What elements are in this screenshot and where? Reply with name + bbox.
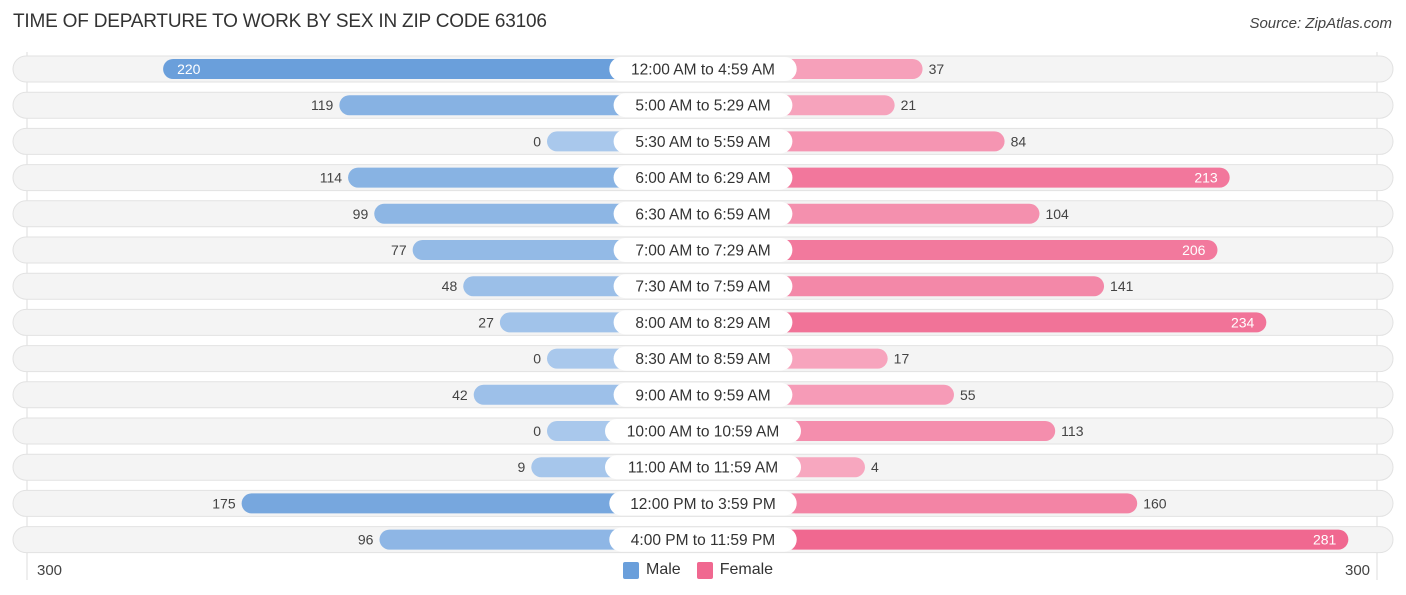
male-value-label: 175 <box>212 495 236 511</box>
category-label: 5:00 AM to 5:29 AM <box>635 98 770 115</box>
bar-row: 175 160 12:00 PM to 3:59 PM <box>12 489 1394 517</box>
category-label: 11:00 AM to 11:59 AM <box>628 460 778 477</box>
female-value-label: 160 <box>1143 495 1167 511</box>
axis-label-left: 300 <box>37 562 63 579</box>
female-value-label: 104 <box>1045 206 1069 222</box>
category-label: 4:00 PM to 11:59 PM <box>631 532 775 549</box>
male-value-label: 0 <box>533 351 541 367</box>
legend-item-female: Female <box>696 561 774 579</box>
legend-swatch-male <box>623 561 639 579</box>
bar-row: 27 234 8:00 AM to 8:29 AM <box>12 308 1394 336</box>
male-value-label: 96 <box>358 532 374 548</box>
bar-row: 119 21 5:00 AM to 5:29 AM <box>12 91 1394 119</box>
bar-row: 77 206 7:00 AM to 7:29 AM <box>12 236 1394 264</box>
female-value-label: 37 <box>929 61 945 77</box>
female-value-label: 206 <box>1182 242 1206 258</box>
category-label: 6:30 AM to 6:59 AM <box>635 206 770 223</box>
legend-swatch-female <box>696 561 713 579</box>
male-value-label: 114 <box>320 170 343 186</box>
female-value-label: 4 <box>871 459 879 475</box>
category-label: 8:00 AM to 8:29 AM <box>635 315 770 332</box>
female-bar <box>703 529 1349 550</box>
legend-label-female: Female <box>719 561 774 578</box>
bar-row: 96 281 4:00 PM to 11:59 PM <box>12 526 1394 554</box>
category-label: 7:00 AM to 7:29 AM <box>635 243 770 260</box>
legend-item-male: Male <box>623 561 681 579</box>
bar-row: 0 17 8:30 AM to 8:59 AM <box>12 345 1394 373</box>
male-value-label: 9 <box>517 459 525 475</box>
bar-row: 220 37 12:00 AM to 4:59 AM <box>12 55 1394 83</box>
category-label: 5:30 AM to 5:59 AM <box>635 134 770 151</box>
legend: Male Female <box>623 561 789 579</box>
category-label: 7:30 AM to 7:59 AM <box>635 279 770 296</box>
male-value-label: 220 <box>177 61 201 77</box>
male-value-label: 0 <box>533 133 541 149</box>
female-value-label: 17 <box>894 351 910 367</box>
female-value-label: 55 <box>960 387 976 403</box>
female-value-label: 281 <box>1313 532 1337 548</box>
category-label: 6:00 AM to 6:29 AM <box>635 170 770 187</box>
bar-row: 42 55 9:00 AM to 9:59 AM <box>12 381 1394 409</box>
male-value-label: 48 <box>442 278 458 294</box>
male-value-label: 99 <box>353 206 369 222</box>
axis-label-right: 300 <box>1345 562 1371 579</box>
male-value-label: 42 <box>452 387 468 403</box>
male-value-label: 0 <box>533 423 541 439</box>
bar-row: 114 213 6:00 AM to 6:29 AM <box>12 164 1394 192</box>
female-value-label: 213 <box>1194 170 1218 186</box>
bar-row: 0 84 5:30 AM to 5:59 AM <box>12 127 1394 155</box>
category-label: 8:30 AM to 8:59 AM <box>635 351 770 368</box>
bar-row: 99 104 6:30 AM to 6:59 AM <box>12 200 1394 228</box>
bar-row: 9 4 11:00 AM to 11:59 AM <box>12 453 1394 481</box>
female-value-label: 21 <box>901 97 917 113</box>
female-value-label: 113 <box>1061 423 1084 439</box>
bar-row: 0 113 10:00 AM to 10:59 AM <box>12 417 1394 445</box>
male-value-label: 119 <box>311 97 334 113</box>
bar-row: 48 141 7:30 AM to 7:59 AM <box>12 272 1394 300</box>
female-value-label: 234 <box>1231 314 1255 330</box>
chart-canvas: 220 37 12:00 AM to 4:59 AM 119 21 5:00 AM to … <box>12 52 1394 580</box>
category-label: 12:00 AM to 4:59 AM <box>631 62 775 79</box>
category-label: 12:00 PM to 3:59 PM <box>630 496 776 513</box>
category-label: 10:00 AM to 10:59 AM <box>627 424 780 441</box>
male-value-label: 77 <box>391 242 407 258</box>
category-label: 9:00 AM to 9:59 AM <box>635 387 770 404</box>
male-value-label: 27 <box>478 314 494 330</box>
female-value-label: 84 <box>1011 133 1027 149</box>
female-value-label: 141 <box>1110 278 1134 294</box>
legend-label-male: Male <box>646 561 681 578</box>
